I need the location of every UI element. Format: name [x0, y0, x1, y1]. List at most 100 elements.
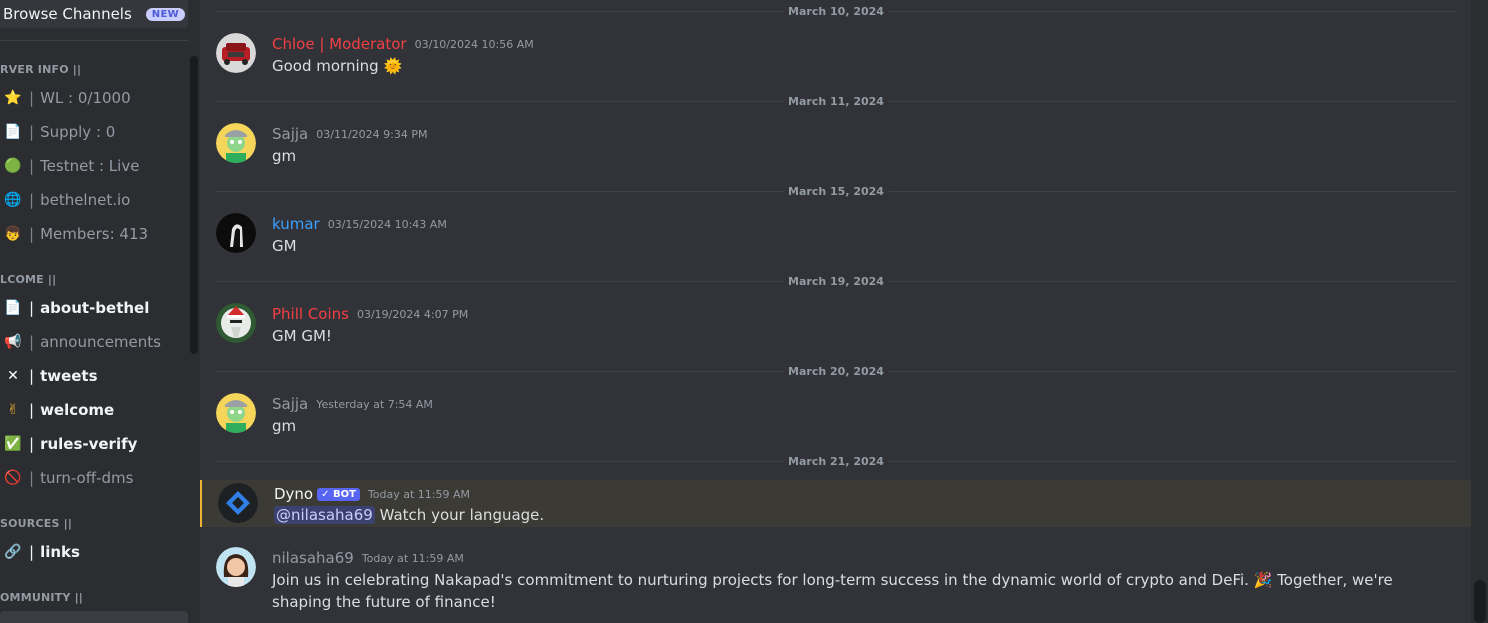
channel-label: about-bethel [40, 299, 150, 317]
green-circle-icon: 🟢 [4, 158, 22, 174]
message-header: Dyno ✓ BOT Today at 11:59 AM [274, 483, 470, 505]
avatar[interactable] [216, 393, 256, 433]
channel-separator: | [29, 299, 35, 317]
message-header: kumar 03/15/2024 10:43 AM [272, 213, 447, 235]
message[interactable]: Phill Coins 03/19/2024 4:07 PM GM GM! [200, 303, 1471, 349]
channel-rules-verify[interactable]: ✅ | rules-verify [4, 431, 137, 457]
channel-separator: | [29, 543, 35, 561]
divider-date: March 21, 2024 [784, 455, 888, 468]
author-name[interactable]: Phill Coins [272, 305, 349, 323]
date-divider: March 20, 2024 [216, 365, 1456, 379]
channel-wl[interactable]: ⭐ | WL : 0/1000 [4, 85, 131, 111]
channel-separator: | [29, 401, 35, 419]
channel-label: Testnet : Live [40, 157, 140, 175]
date-divider: March 15, 2024 [216, 185, 1456, 199]
channel-label: announcements [40, 333, 161, 351]
channel-label: rules-verify [40, 435, 138, 453]
channel-links[interactable]: 🔗 | links [4, 539, 80, 565]
message[interactable]: Chloe | Moderator 03/10/2024 10:56 AM Go… [200, 33, 1471, 79]
message-header: Phill Coins 03/19/2024 4:07 PM [272, 303, 468, 325]
channel-separator: | [29, 333, 35, 351]
timestamp: 03/10/2024 10:56 AM [414, 37, 534, 51]
sidebar-scrollbar[interactable] [190, 56, 198, 354]
check-mark-icon: ✅ [4, 436, 22, 452]
channel-website[interactable]: 🌐 | bethelnet.io [4, 187, 130, 213]
message[interactable]: nilasaha69 Today at 11:59 AM Join us in … [200, 547, 1471, 617]
x-icon: ✕ [7, 368, 19, 384]
channel-members[interactable]: 👦 | Members: 413 [4, 221, 148, 247]
category-server-info[interactable]: RVER INFO || [0, 63, 81, 76]
selected-channel-partial[interactable] [0, 611, 188, 623]
author-name[interactable]: Dyno [274, 485, 313, 503]
message-text: Watch your language. [379, 506, 545, 524]
message-mention-highlight[interactable]: Dyno ✓ BOT Today at 11:59 AM @nilasaha69… [200, 480, 1473, 527]
channel-supply[interactable]: 📄 | Supply : 0 [4, 119, 115, 145]
channel-label: links [40, 543, 80, 561]
channel-about-bethel[interactable]: 📄 | about-bethel [4, 295, 149, 321]
megaphone-icon: 📢 [4, 334, 22, 350]
woman-avatar-icon [216, 547, 256, 587]
person-icon: 👦 [4, 226, 22, 242]
message[interactable]: Sajja Yesterday at 7:54 AM gm [200, 393, 1471, 439]
divider-date: March 11, 2024 [784, 95, 888, 108]
avatar[interactable] [216, 123, 256, 163]
channel-label: WL : 0/1000 [40, 89, 131, 107]
message[interactable]: Sajja 03/11/2024 9:34 PM gm [200, 123, 1471, 169]
message-header: nilasaha69 Today at 11:59 AM [272, 547, 464, 569]
channel-tweets[interactable]: ✕ | tweets [4, 363, 98, 389]
chat-scrollbar-thumb[interactable] [1474, 580, 1486, 623]
message-text: GM [272, 237, 297, 255]
avatar[interactable] [216, 303, 256, 343]
channel-label: Supply : 0 [40, 123, 116, 141]
avatar[interactable] [216, 213, 256, 253]
message-text: Good morning [272, 57, 379, 75]
document-icon: 📄 [4, 124, 22, 140]
divider-date: March 10, 2024 [784, 5, 888, 18]
channel-label: Members: 413 [40, 225, 149, 243]
channel-label: turn-off-dms [40, 469, 134, 487]
message-text: gm [272, 417, 297, 435]
channel-separator: | [29, 123, 35, 141]
document-icon: 📄 [4, 300, 22, 316]
santa-goat-avatar-icon [216, 303, 256, 343]
avatar[interactable] [218, 483, 258, 523]
author-name[interactable]: Sajja [272, 125, 308, 143]
sun-emoji-icon: 🌞 [383, 57, 403, 75]
avatar[interactable] [216, 33, 256, 73]
channel-welcome[interactable]: ✌ | welcome [4, 397, 114, 423]
channel-separator: | [29, 435, 35, 453]
message[interactable]: kumar 03/15/2024 10:43 AM GM [200, 213, 1471, 259]
user-mention[interactable]: @nilasaha69 [274, 506, 375, 524]
category-community[interactable]: OMMUNITY || [0, 591, 83, 604]
channel-turn-off-dms[interactable]: 🚫 | turn-off-dms [4, 465, 133, 491]
message-text: GM GM! [272, 327, 332, 345]
category-welcome[interactable]: LCOME || [0, 273, 56, 286]
message-header: Sajja 03/11/2024 9:34 PM [272, 123, 427, 145]
divider-date: March 20, 2024 [784, 365, 888, 378]
message-text: gm [272, 147, 297, 165]
divider-date: March 15, 2024 [784, 185, 888, 198]
category-sources[interactable]: SOURCES || [0, 517, 72, 530]
chat-scrollbar-track[interactable] [1471, 0, 1488, 623]
channel-label: welcome [40, 401, 115, 419]
channel-label: tweets [40, 367, 98, 385]
globe-icon: 🌐 [4, 192, 22, 208]
divider-date: March 19, 2024 [784, 275, 888, 288]
link-icon: 🔗 [4, 544, 22, 560]
bot-badge: ✓ BOT [317, 487, 360, 501]
author-name[interactable]: Sajja [272, 395, 308, 413]
browse-channels-label: Browse Channels [3, 5, 132, 23]
date-divider: March 10, 2024 [216, 5, 1456, 19]
message-text: Join us in celebrating Nakapad's commitm… [272, 571, 1249, 589]
timestamp: Today at 11:59 AM [367, 487, 471, 501]
channel-label: bethelnet.io [40, 191, 131, 209]
timestamp: 03/19/2024 4:07 PM [356, 307, 469, 321]
sidebar-divider [0, 40, 188, 41]
channel-testnet[interactable]: 🟢 | Testnet : Live [4, 153, 139, 179]
author-name[interactable]: kumar [272, 215, 320, 233]
avatar[interactable] [216, 547, 256, 587]
author-name[interactable]: Chloe | Moderator [272, 35, 407, 53]
channel-announcements[interactable]: 📢 | announcements [4, 329, 161, 355]
author-name[interactable]: nilasaha69 [272, 549, 354, 567]
browse-channels-button[interactable]: Browse Channels NEW [0, 0, 188, 28]
